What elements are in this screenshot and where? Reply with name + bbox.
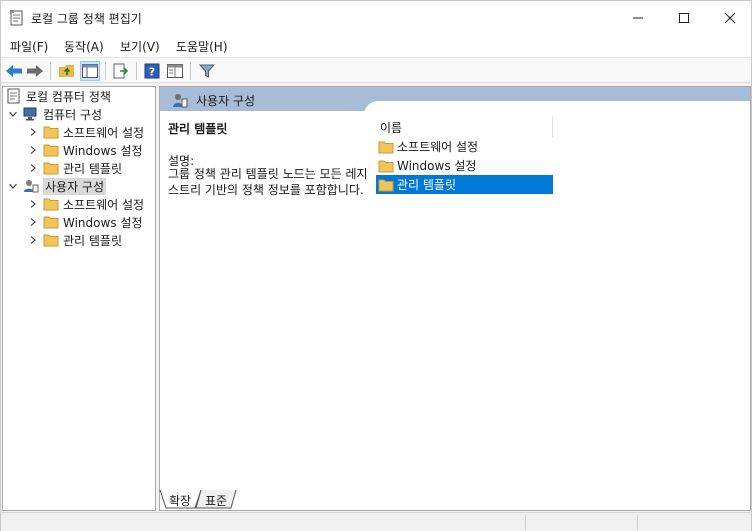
folder-icon <box>378 140 394 154</box>
tree-item-user-windows-settings[interactable]: Windows 설정 <box>27 213 142 231</box>
folder-icon <box>378 159 394 173</box>
minimize-button[interactable] <box>615 1 661 35</box>
status-bar <box>1 512 751 531</box>
forward-arrow-icon <box>27 65 43 77</box>
view-tabs: 확장 표준 <box>159 490 419 512</box>
chevron-right-icon[interactable] <box>27 216 39 228</box>
folder-icon <box>43 233 59 247</box>
list-item-admin-templates[interactable]: 관리 템플릿 <box>376 175 553 194</box>
tree-item-computer-windows-settings[interactable]: Windows 설정 <box>27 141 142 159</box>
forward-button[interactable] <box>25 61 45 81</box>
up-folder-icon <box>59 65 74 77</box>
column-header-name[interactable]: 이름 <box>372 116 553 138</box>
menu-bar: 파일(F) 동작(A) 보기(V) 도움말(H) <box>1 35 751 57</box>
close-button[interactable] <box>707 1 752 35</box>
properties-view-button[interactable] <box>165 61 185 81</box>
help-icon: ? <box>144 63 160 79</box>
folder-icon <box>43 125 59 139</box>
toolbar-separator <box>136 62 137 80</box>
window-title: 로컬 그룹 정책 편집기 <box>31 12 142 26</box>
list-item-label: 관리 템플릿 <box>397 178 457 192</box>
tree-item-computer-config[interactable]: 컴퓨터 구성 <box>7 105 102 123</box>
tree-item-label: 관리 템플릿 <box>63 233 123 248</box>
minimize-icon <box>633 17 643 19</box>
user-icon <box>172 92 188 108</box>
title-bar[interactable]: 로컬 그룹 정책 편집기 <box>1 1 751 35</box>
folder-icon <box>43 143 59 157</box>
maximize-button[interactable] <box>661 1 707 35</box>
tree-item-user-config[interactable]: 사용자 구성 <box>7 177 107 195</box>
chevron-down-icon[interactable] <box>7 108 19 120</box>
tree-item-label: 사용자 구성 <box>43 177 107 195</box>
tree-item-computer-software-settings[interactable]: 소프트웨어 설정 <box>27 123 144 141</box>
toolbar-separator <box>105 62 106 80</box>
list-item-windows-settings[interactable]: Windows 설정 <box>376 156 553 175</box>
tree-item-local-computer-policy[interactable]: 로컬 컴퓨터 정책 <box>6 87 111 105</box>
status-separator <box>637 515 638 530</box>
menu-help[interactable]: 도움말(H) <box>176 38 228 55</box>
computer-icon <box>23 107 39 121</box>
tree-item-label: Windows 설정 <box>63 215 143 230</box>
tree-item-user-software-settings[interactable]: 소프트웨어 설정 <box>27 195 144 213</box>
description-title: 관리 템플릿 <box>168 122 228 136</box>
toolbar-separator <box>190 62 191 80</box>
folder-icon <box>378 178 394 192</box>
menu-view[interactable]: 보기(V) <box>120 38 160 55</box>
status-separator <box>525 515 526 530</box>
tree-item-label: 관리 템플릿 <box>63 161 123 176</box>
folder-icon <box>43 197 59 211</box>
chevron-right-icon[interactable] <box>27 144 39 156</box>
show-hide-tree-icon <box>82 64 98 78</box>
filter-icon <box>199 64 215 78</box>
properties-view-icon <box>167 64 183 78</box>
tree-item-user-admin-templates[interactable]: 관리 템플릿 <box>27 231 122 249</box>
details-pane: 사용자 구성 관리 템플릿 설명: 그룹 정책 관리 템플릿 노드는 모든 레지… <box>159 86 751 511</box>
list-item-label: Windows 설정 <box>397 159 477 173</box>
tree-item-computer-admin-templates[interactable]: 관리 템플릿 <box>27 159 122 177</box>
help-button[interactable]: ? <box>142 61 162 81</box>
tab-standard[interactable]: 표준 <box>205 490 227 510</box>
column-header-label: 이름 <box>380 121 403 135</box>
maximize-icon <box>679 13 689 23</box>
tree-item-label: 소프트웨어 설정 <box>63 125 145 140</box>
menu-action[interactable]: 동작(A) <box>64 38 104 55</box>
list-item-software-settings[interactable]: 소프트웨어 설정 <box>376 137 553 156</box>
toolbar: ? <box>1 57 751 83</box>
tree-item-label: Windows 설정 <box>63 143 143 158</box>
list-item-label: 소프트웨어 설정 <box>397 140 479 154</box>
filter-button[interactable] <box>197 61 217 81</box>
tab-extended[interactable]: 확장 <box>169 490 191 510</box>
policy-document-icon <box>6 88 22 104</box>
description-text: 그룹 정책 관리 템플릿 노드는 모든 레지스트리 기반의 정책 정보를 포함합… <box>168 167 368 197</box>
chevron-right-icon[interactable] <box>27 126 39 138</box>
tree-item-label: 컴퓨터 구성 <box>43 107 103 122</box>
chevron-right-icon[interactable] <box>27 198 39 210</box>
chevron-right-icon[interactable] <box>27 234 39 246</box>
chevron-down-icon[interactable] <box>7 180 19 192</box>
show-hide-tree-button[interactable] <box>80 61 100 81</box>
back-arrow-icon <box>6 65 22 77</box>
tree-item-label: 소프트웨어 설정 <box>63 197 145 212</box>
policy-document-icon <box>10 10 24 26</box>
export-list-button[interactable] <box>111 61 131 81</box>
export-list-icon <box>113 63 129 79</box>
chevron-right-icon[interactable] <box>27 162 39 174</box>
menu-file[interactable]: 파일(F) <box>10 38 48 55</box>
tree-item-label: 로컬 컴퓨터 정책 <box>26 89 111 104</box>
toolbar-separator <box>50 62 51 80</box>
close-icon <box>724 12 736 24</box>
folder-icon <box>43 161 59 175</box>
svg-text:?: ? <box>149 66 155 79</box>
window: 로컬 그룹 정책 편집기 파일(F) 동작(A) 보기(V) 도움말(H) ? … <box>0 0 752 531</box>
details-header-title: 사용자 구성 <box>196 94 256 108</box>
user-icon <box>23 179 39 193</box>
folder-icon <box>43 215 59 229</box>
tree-pane[interactable]: 로컬 컴퓨터 정책 컴퓨터 구성 소프트웨어 설정 Windows 설정 관리 … <box>2 86 156 511</box>
up-one-level-button[interactable] <box>57 61 77 81</box>
back-button[interactable] <box>4 61 24 81</box>
